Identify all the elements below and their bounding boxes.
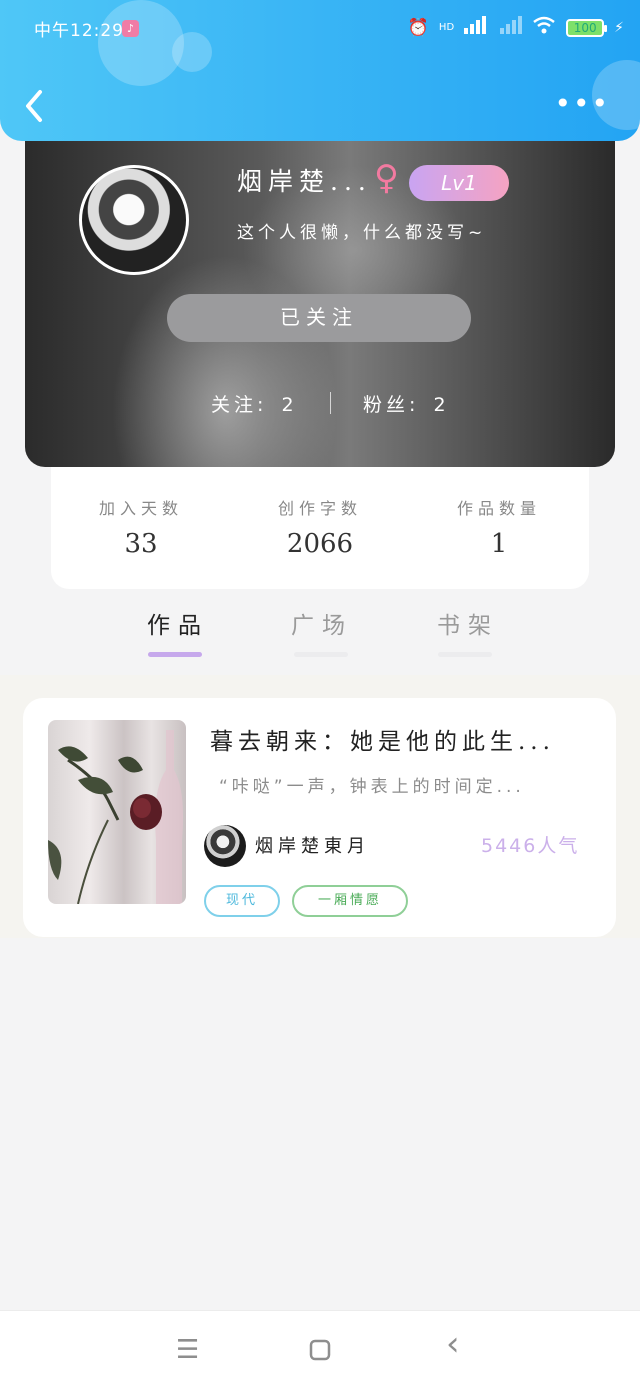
tab-bookshelf[interactable]: 书架 [418, 606, 518, 640]
stat-join-days: 加入天数 33 [61, 495, 221, 559]
following-stat[interactable]: 关注: 2 [211, 390, 298, 417]
stat-label: 加入天数 [98, 499, 183, 518]
chevron-left-icon [26, 90, 42, 122]
stat-value: 1 [490, 529, 508, 559]
stat-word-count: 创作字数 2066 [240, 495, 400, 559]
more-dots-icon: ••• [554, 87, 610, 120]
fans-label: 粉丝: [363, 394, 420, 416]
tag-modern[interactable]: 现代 [204, 885, 280, 917]
menu-icon[interactable]: ☰ [176, 1337, 199, 1363]
content-tabs: 作品 广场 书架 [0, 600, 640, 660]
author-avatar [204, 825, 246, 867]
tab-indicator [294, 652, 348, 657]
tab-indicator-active [148, 652, 202, 657]
music-icon: ♪ [122, 20, 139, 37]
book-cover-image [48, 720, 186, 904]
work-excerpt: “咔哒”一声，钟表上的时间定... [219, 777, 525, 797]
username: 烟岸楚... [237, 167, 372, 196]
more-options-button[interactable]: ••• [554, 90, 610, 118]
system-nav-bar: ☰ ‹ [0, 1310, 640, 1387]
fans-stat[interactable]: 粉丝: 2 [363, 390, 450, 417]
user-bio: 这个人很懒，什么都没写~ [237, 223, 487, 243]
status-bar: 中午12:29 ♪ ⏰ HD 100 ⚡ [0, 0, 640, 56]
home-icon[interactable] [309, 1339, 331, 1366]
stats-card: 加入天数 33 创作字数 2066 作品数量 1 [51, 463, 589, 589]
tab-plaza[interactable]: 广场 [272, 606, 372, 640]
header-bar: 中午12:29 ♪ ⏰ HD 100 ⚡ ••• [0, 0, 640, 141]
tab-works[interactable]: 作品 [128, 606, 228, 640]
following-label: 关注: [211, 394, 268, 416]
status-time: 中午12:29 [34, 21, 124, 41]
stat-value: 2066 [286, 529, 354, 559]
status-icons: ⏰ HD 100 ⚡ [408, 16, 624, 39]
following-count: 2 [281, 394, 298, 416]
work-card[interactable]: 暮去朝来：她是他的此生... “咔哒”一声，钟表上的时间定... 烟岸楚東月 5… [23, 698, 616, 937]
stat-label: 作品数量 [456, 499, 541, 518]
signal-hd-label: HD [438, 22, 455, 33]
signal-icon [464, 16, 490, 39]
back-button[interactable] [22, 86, 48, 126]
stat-works-count: 作品数量 1 [419, 495, 579, 559]
level-badge: Lv1 [409, 165, 509, 201]
wifi-icon [532, 16, 556, 39]
profile-card: 烟岸楚... ♀ Lv1 这个人很懒，什么都没写~ 已关注 关注: 2 粉丝: … [25, 120, 615, 467]
signal-icon-2 [500, 16, 523, 39]
charging-icon: ⚡ [614, 19, 624, 36]
avatar[interactable] [79, 165, 189, 275]
tab-indicator [438, 652, 492, 657]
divider [330, 392, 331, 414]
followed-button[interactable]: 已关注 [167, 294, 471, 342]
stat-label: 创作字数 [277, 499, 362, 518]
back-nav-icon[interactable]: ‹ [446, 1327, 460, 1361]
tag-unrequited[interactable]: 一厢情愿 [292, 885, 408, 917]
work-popularity: 5446人气 [481, 835, 580, 857]
alarm-icon: ⏰ [407, 17, 429, 38]
fans-count: 2 [433, 394, 450, 416]
work-title: 暮去朝来：她是他的此生... [210, 729, 555, 755]
work-author: 烟岸楚東月 [255, 836, 370, 857]
stat-value: 33 [124, 529, 158, 559]
female-gender-icon: ♀ [374, 158, 399, 198]
battery-icon: 100 [566, 18, 608, 37]
